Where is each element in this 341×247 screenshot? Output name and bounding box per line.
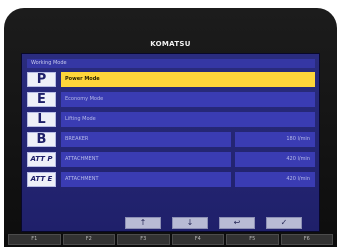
function-key-bar: F1 F2 F3 F4 F5 F6 <box>4 234 337 247</box>
mode-label-breaker: BREAKER <box>61 132 231 147</box>
mode-label-economy: Economy Mode <box>61 92 315 107</box>
brand-logo: KOMATSU <box>150 40 191 48</box>
mode-row-power[interactable]: P Power Mode <box>27 72 315 87</box>
screen-title: Working Mode <box>27 59 315 68</box>
function-key-f3[interactable]: F3 <box>117 234 170 245</box>
mode-letter-b: B <box>27 132 56 147</box>
down-button[interactable]: ↓ <box>172 217 208 229</box>
attachment-p-flow-value: 420 l/min <box>235 152 315 167</box>
monitor-screen: Working Mode P Power Mode E Economy Mode… <box>21 53 320 232</box>
up-button[interactable]: ↑ <box>125 217 161 229</box>
function-key-f5[interactable]: F5 <box>226 234 279 245</box>
mode-label-attachment-e: ATTACHMENT <box>61 172 231 187</box>
attachment-e-flow-value: 420 l/min <box>235 172 315 187</box>
mode-row-breaker[interactable]: B BREAKER 180 l/min <box>27 132 315 147</box>
mode-row-attachment-p[interactable]: ATT P ATTACHMENT 420 l/min <box>27 152 315 167</box>
function-key-f2[interactable]: F2 <box>62 234 115 245</box>
confirm-button[interactable]: ✓ <box>266 217 302 229</box>
mode-row-attachment-e[interactable]: ATT E ATTACHMENT 420 l/min <box>27 172 315 187</box>
breaker-flow-value: 180 l/min <box>235 132 315 147</box>
mode-row-lifting[interactable]: L Lifting Mode <box>27 112 315 127</box>
mode-label-power: Power Mode <box>61 72 315 87</box>
function-key-f6[interactable]: F6 <box>280 234 333 245</box>
mode-letter-l: L <box>27 112 56 127</box>
up-arrow-icon: ↑ <box>139 218 147 227</box>
mode-letter-att-p: ATT P <box>27 152 56 167</box>
mode-letter-att-e: ATT E <box>27 172 56 187</box>
function-key-f1[interactable]: F1 <box>8 234 61 245</box>
return-icon: ↩ <box>233 218 241 227</box>
return-button[interactable]: ↩ <box>219 217 255 229</box>
mode-label-attachment-p: ATTACHMENT <box>61 152 231 167</box>
down-arrow-icon: ↓ <box>186 218 194 227</box>
mode-label-lifting: Lifting Mode <box>61 112 315 127</box>
mode-letter-p: P <box>27 72 56 87</box>
function-key-f4[interactable]: F4 <box>171 234 224 245</box>
mode-row-economy[interactable]: E Economy Mode <box>27 92 315 107</box>
mode-letter-e: E <box>27 92 56 107</box>
check-icon: ✓ <box>280 218 288 227</box>
